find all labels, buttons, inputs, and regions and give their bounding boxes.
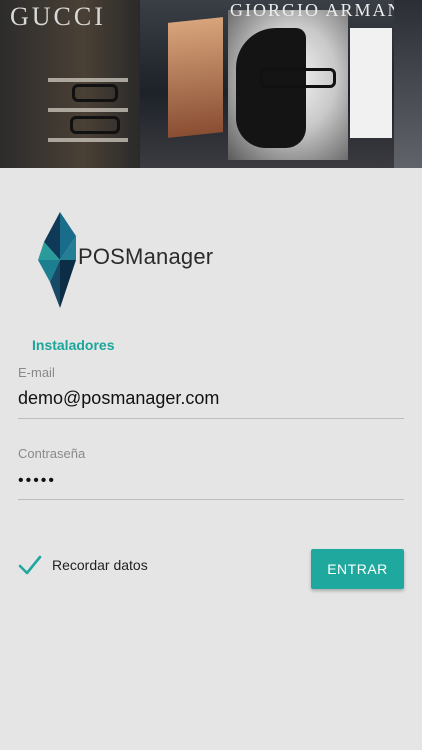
photo-poster [168,17,223,138]
email-label: E-mail [18,365,55,380]
password-field[interactable]: ••••• [18,472,56,490]
header-photo: GUCCI GIORGIO ARMANI [0,0,422,168]
photo-glasses [72,84,118,102]
password-underline [18,499,404,500]
photo-poster-title: GIORGIO ARMANI [230,0,411,20]
logo-wordmark: POSManager [78,244,214,269]
remember-checkbox[interactable]: Recordar datos [18,550,148,580]
photo-edge [394,0,422,168]
photo-model-poster [228,10,348,160]
photo-shelf [48,108,128,112]
app-logo: POSManager [36,212,216,308]
email-field[interactable]: demo@posmanager.com [18,388,219,409]
enter-button[interactable]: ENTRAR [311,549,404,589]
posmanager-diamond-icon [38,212,76,308]
photo-shelf [48,138,128,142]
photo-glasses [70,116,120,134]
section-title: Instaladores [32,337,115,353]
remember-label: Recordar datos [52,557,148,573]
checkmark-icon [18,555,42,575]
photo-display-case [350,28,392,138]
photo-brand-sign: GUCCI [10,2,106,31]
password-label: Contraseña [18,446,86,461]
email-underline [18,418,404,419]
photo-shelf [48,78,128,82]
